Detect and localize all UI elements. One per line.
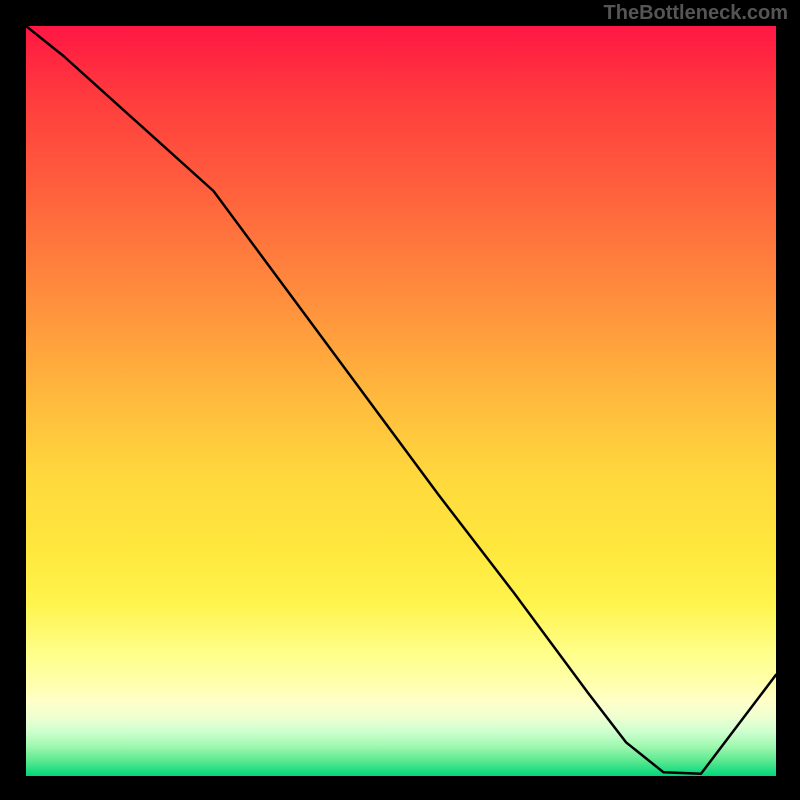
chart-area xyxy=(25,25,777,777)
chart-line xyxy=(26,26,776,776)
watermark-text: TheBottleneck.com xyxy=(604,2,788,25)
